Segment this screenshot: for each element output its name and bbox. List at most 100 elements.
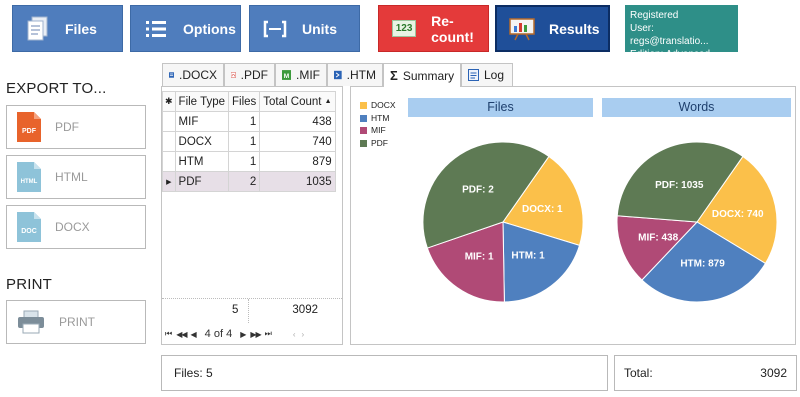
tab-mif[interactable]: M .MIF [275, 63, 327, 86]
tab-summary[interactable]: Σ Summary [383, 63, 461, 87]
last-page-icon[interactable]: ⏭ [265, 329, 272, 339]
units-button[interactable]: Units [249, 5, 360, 52]
recount-button-label: Re-count! [431, 12, 474, 45]
files-pie-chart: DOCX: 1 HTM: 1 MIF: 1 PDF: 2 [422, 141, 584, 303]
files-data-label-docx: DOCX: 1 [522, 204, 563, 215]
recount-icon: 123 [391, 16, 417, 42]
files-chart-title: Files [408, 98, 593, 117]
total-summary-bar: Total: 3092 [614, 355, 797, 391]
scroll-left-icon[interactable]: ‹ [293, 330, 296, 339]
registration-user: User: regs@translatio... [630, 23, 709, 47]
row-selector[interactable] [162, 111, 176, 132]
legend-item-docx: DOCX [360, 99, 396, 112]
cell-total-count: 438 [259, 111, 336, 132]
legend-label: DOCX [371, 100, 396, 110]
units-button-label: Units [302, 20, 337, 37]
options-icon [143, 16, 169, 42]
total-count: 3092 [292, 304, 318, 316]
files-data-label-pdf: PDF: 2 [462, 184, 494, 195]
words-pie-chart: DOCX: 740 HTM: 879 MIF: 438 PDF: 1035 [616, 141, 778, 303]
svg-text:PDF: PDF [22, 128, 37, 135]
cell-files: 1 [227, 151, 261, 172]
tab-log[interactable]: Log [461, 63, 513, 86]
column-file-type[interactable]: File Type [174, 91, 230, 112]
registration-edition: Edition: Advanced [630, 49, 711, 60]
summary-table: ✱ File Type Files Total Count ▲ MIF 1 43… [162, 91, 336, 192]
legend-swatch [360, 102, 367, 109]
cell-total-count: 879 [259, 151, 336, 172]
table-row[interactable]: HTM 1 879 [162, 151, 336, 172]
total-files: 5 [232, 304, 239, 316]
legend-swatch [360, 127, 367, 134]
files-button[interactable]: Files [12, 5, 123, 52]
log-tab-icon [468, 69, 479, 81]
row-selector[interactable] [162, 151, 176, 172]
cell-file-type: MIF [174, 111, 230, 132]
totals-row: 5 3092 [162, 298, 342, 323]
sigma-icon: Σ [390, 68, 398, 83]
words-data-label-mif: MIF: 438 [638, 232, 678, 243]
legend-item-mif: MIF [360, 124, 396, 137]
print-button[interactable]: PRINT [6, 300, 146, 344]
column-total-count[interactable]: Total Count ▲ [259, 91, 336, 112]
table-row[interactable]: MIF 1 438 [162, 111, 336, 132]
docx-file-icon: DOC [17, 212, 41, 242]
next-record-icon[interactable]: ▶ [240, 330, 246, 339]
svg-text:DOC: DOC [21, 228, 37, 235]
results-icon [509, 16, 535, 42]
table-row[interactable]: DOCX 1 740 [162, 131, 336, 152]
cell-file-type: DOCX [174, 131, 230, 152]
units-icon [262, 16, 288, 42]
files-count-label: Files: 5 [174, 366, 213, 380]
export-title: EXPORT TO... [6, 80, 107, 97]
export-docx-button[interactable]: DOC DOCX [6, 205, 146, 249]
tab-summary-label: Summary [402, 68, 455, 83]
sort-ascending-icon: ▲ [324, 97, 332, 105]
tab-docx[interactable]: .DOCX [162, 63, 224, 86]
export-pdf-button[interactable]: PDF PDF [6, 105, 146, 149]
words-data-label-htm: HTM: 879 [680, 259, 725, 270]
first-page-icon[interactable]: ⏮ [165, 329, 172, 339]
results-button[interactable]: Results [495, 5, 610, 52]
pager-position: 4 of 4 [204, 328, 233, 340]
column-files[interactable]: Files [227, 91, 261, 112]
export-html-label: HTML [55, 170, 88, 184]
tab-htm-label: .HTM [346, 68, 376, 82]
export-html-button[interactable]: HTML HTML [6, 155, 146, 199]
files-button-label: Files [65, 20, 97, 37]
grid-pager: ⏮ ◀◀ ◀ 4 of 4 ▶ ▶▶ ⏭ ‹ › [162, 325, 342, 343]
files-data-label-mif: MIF: 1 [465, 252, 494, 263]
docx-tab-icon [169, 72, 174, 78]
cell-file-type: PDF [174, 171, 230, 192]
scroll-right-icon[interactable]: › [302, 330, 305, 339]
export-pdf-label: PDF [55, 120, 79, 134]
totals-divider [248, 299, 249, 323]
prev-page-icon[interactable]: ◀◀ [176, 330, 187, 339]
summary-grid: ✱ File Type Files Total Count ▲ MIF 1 43… [161, 86, 343, 345]
htm-tab-icon [334, 70, 342, 80]
options-button[interactable]: Options [130, 5, 241, 52]
tab-htm[interactable]: .HTM [327, 63, 383, 86]
tab-log-label: Log [484, 68, 505, 82]
table-row-selected[interactable]: ▶ PDF 2 1035 [162, 171, 336, 192]
cell-total-count: 740 [259, 131, 336, 152]
table-header-row: ✱ File Type Files Total Count ▲ [162, 91, 336, 112]
svg-text:HTML: HTML [21, 179, 38, 185]
files-icon [25, 16, 51, 42]
options-button-label: Options [183, 20, 236, 37]
current-row-indicator-icon[interactable]: ▶ [162, 171, 176, 192]
prev-record-icon[interactable]: ◀ [191, 330, 197, 339]
tab-pdf[interactable]: .PDF [224, 63, 275, 86]
words-data-label-docx: DOCX: 740 [712, 209, 764, 220]
legend-item-pdf: PDF [360, 137, 396, 150]
legend-label: PDF [371, 137, 388, 148]
recount-button[interactable]: 123 Re-count! [378, 5, 489, 52]
row-selector[interactable] [162, 131, 176, 152]
next-page-icon[interactable]: ▶▶ [250, 330, 261, 339]
print-label: PRINT [59, 315, 95, 329]
cell-files: 1 [227, 111, 261, 132]
tab-mif-label: .MIF [296, 68, 320, 82]
row-selector-header: ✱ [162, 91, 176, 112]
total-label: Total: [624, 366, 653, 380]
legend-swatch [360, 139, 367, 147]
